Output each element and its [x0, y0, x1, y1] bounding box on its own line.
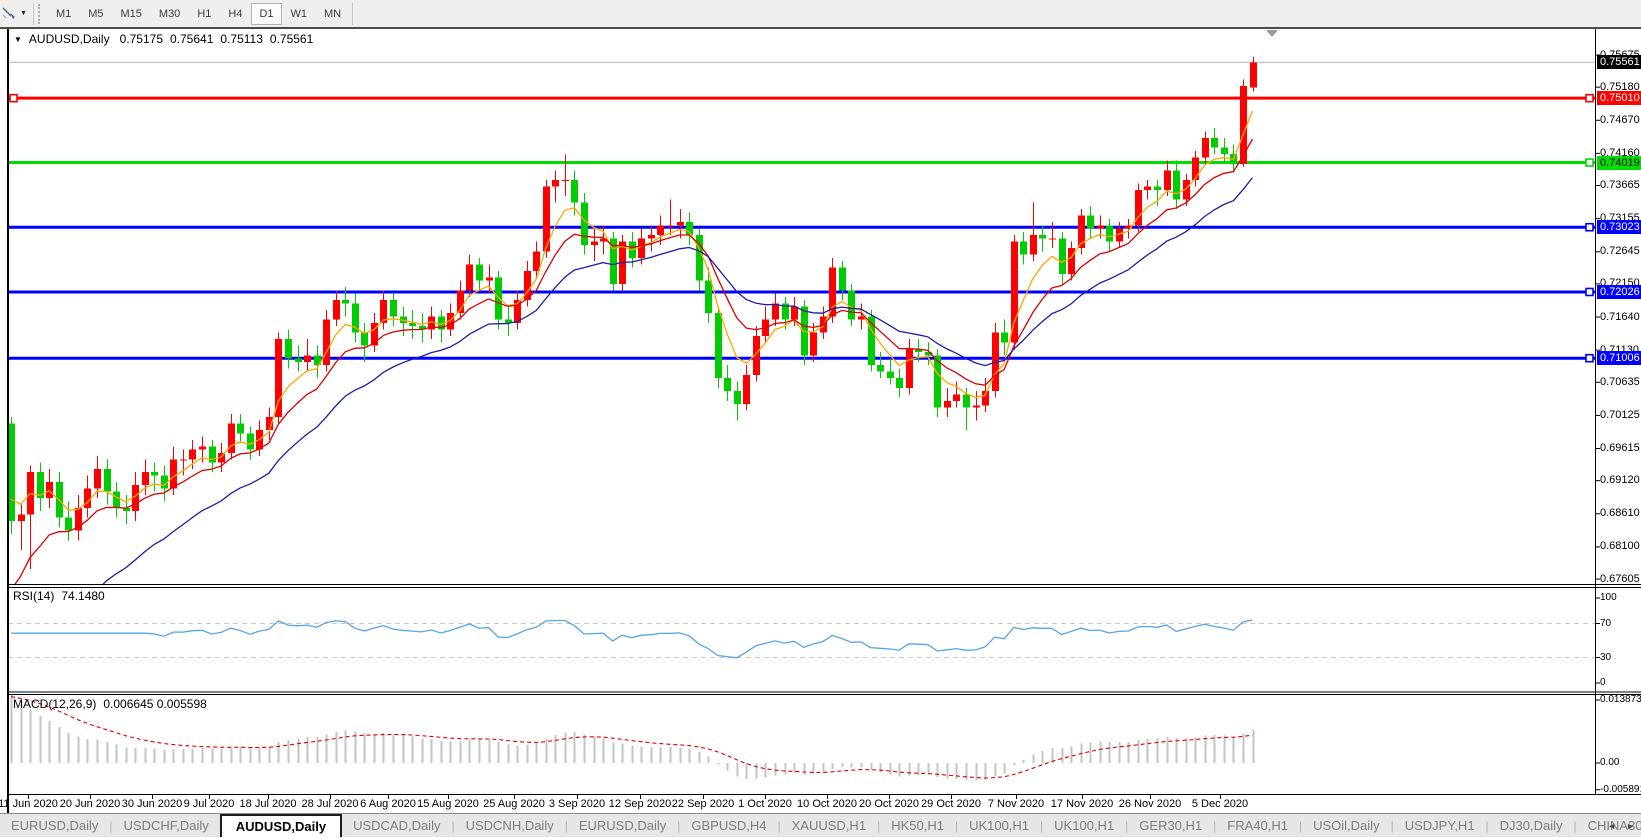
date-axis-label: 7 Nov 2020: [988, 798, 1044, 810]
rsi-axis-label: 0: [1600, 677, 1606, 688]
chart-title-dropdown-icon[interactable]: ▼: [14, 35, 22, 44]
price-axis-label: 0.72645: [1600, 245, 1640, 257]
tab-uk100-h1[interactable]: UK100,H1: [958, 814, 1040, 837]
hline-handle-right-0.71006: [1586, 355, 1593, 362]
chart-symbol-period: AUDUSD,Daily: [29, 32, 110, 46]
tab-eurusd-daily[interactable]: EURUSD,Daily: [568, 814, 677, 837]
tab-uk100-h1[interactable]: UK100,H1: [1043, 814, 1125, 837]
window-left-border: [7, 29, 9, 813]
macd-indicator-values: 0.006645 0.005598: [103, 697, 206, 711]
rsi-line: [11, 620, 1253, 658]
rsi-axis-label: 100: [1600, 592, 1617, 603]
date-axis-label: 12 Sep 2020: [609, 798, 671, 810]
candles-layer: [8, 57, 1257, 569]
hline-handle-right-0.72026: [1586, 288, 1593, 295]
date-axis-label: 28 Jul 2020: [302, 798, 359, 810]
date-axis-label: 26 Nov 2020: [1119, 798, 1181, 810]
tab-usdcad-daily[interactable]: USDCAD,Daily: [342, 814, 451, 837]
tab-ger30-h1[interactable]: GER30,H1: [1128, 814, 1213, 837]
macd-panel-label: MACD(12,26,9) 0.006645 0.005598: [13, 697, 214, 711]
rsi-panel-label: RSI(14) 74.1480: [13, 589, 112, 603]
price-axis-label: 0.73665: [1600, 179, 1640, 191]
price-axis-label: 0.74670: [1600, 114, 1640, 126]
hline-handle-left-0.75010: [10, 95, 17, 102]
date-axis-label: 20 Jun 2020: [60, 798, 121, 810]
hline-handle-right-0.73023: [1586, 224, 1593, 231]
badge-hline-0.74019: 0.74019: [1597, 156, 1641, 170]
chart-title: ▼ AUDUSD,Daily 0.75175 0.75641 0.75113 0…: [14, 32, 320, 46]
date-axis-label: 20 Oct 2020: [859, 798, 919, 810]
price-axis-label: 0.70635: [1600, 376, 1640, 388]
rsi-axis-label: 30: [1600, 652, 1611, 663]
tab-hk50-h1[interactable]: HK50,H1: [880, 814, 955, 837]
moving-averages-layer: [11, 111, 1253, 727]
ma-line-10: [11, 139, 1253, 590]
tab-usoil-daily[interactable]: USOil,Daily: [1302, 814, 1390, 837]
price-axis-label: 0.68610: [1600, 507, 1640, 519]
rsi-indicator-value: 74.1480: [61, 589, 104, 603]
macd-axis-label: 0.013873: [1600, 694, 1641, 705]
price-axis-label: 0.68100: [1600, 540, 1640, 552]
rsi-axis-label: 70: [1600, 618, 1611, 629]
tab-dj30-daily[interactable]: DJ30,Daily: [1489, 814, 1574, 837]
price-axis-label: 0.69615: [1600, 442, 1640, 454]
tab-scroll-right-icon[interactable]: ►: [1626, 821, 1635, 831]
hline-handle-right-0.75010: [1586, 95, 1593, 102]
date-axis-label: 22 Sep 2020: [672, 798, 734, 810]
chart-tabs: EURUSD,Daily|USDCHF,DailyAUDUSD,DailyUSD…: [0, 814, 1641, 837]
macd-axis-label: -0.005891: [1600, 784, 1641, 795]
tab-usdchf-daily[interactable]: USDCHF,Daily: [113, 814, 220, 837]
ohlc-close: 0.75561: [270, 32, 313, 46]
tab-fra40-h1[interactable]: FRA40,H1: [1216, 814, 1299, 837]
tab-scroll-left-icon[interactable]: ◄: [1607, 821, 1616, 831]
macd-indicator-name: MACD(12,26,9): [13, 697, 96, 711]
badge-current-price: 0.75561: [1597, 55, 1641, 69]
trading-terminal: ▼ M1M5M15M30H1H4D1W1MN ▼ AUDUSD,Daily 0.…: [0, 0, 1641, 837]
ohlc-high: 0.75641: [170, 32, 213, 46]
chart-tab-bar: EURUSD,Daily|USDCHF,DailyAUDUSD,DailyUSD…: [0, 813, 1641, 837]
badge-hline-0.71006: 0.71006: [1597, 351, 1641, 365]
price-axis-label: 0.69120: [1600, 474, 1640, 486]
price-axis-label: 0.71640: [1600, 311, 1640, 323]
hline-handle-right-0.74019: [1586, 159, 1593, 166]
date-axis-label: 1 Oct 2020: [738, 798, 792, 810]
price-axis-label: 0.70125: [1600, 409, 1640, 421]
badge-hline-0.73023: 0.73023: [1597, 220, 1641, 234]
macd-axis-label: 0.00: [1600, 757, 1619, 768]
date-axis-label: 30 Jun 2020: [122, 798, 183, 810]
chart-shift-marker-icon: [1266, 30, 1278, 37]
date-axis-label: 9 Jul 2020: [184, 798, 235, 810]
tab-usdjpy-h1[interactable]: USDJPY,H1: [1394, 814, 1486, 837]
tab-gbpusd-h4[interactable]: GBPUSD,H4: [680, 814, 777, 837]
tab-scroll-arrows: ◄ ►: [1597, 814, 1635, 838]
ohlc-open: 0.75175: [120, 32, 163, 46]
tab-usdcnh-daily[interactable]: USDCNH,Daily: [455, 814, 565, 837]
date-axis-label: 15 Aug 2020: [417, 798, 479, 810]
badge-hline-0.72026: 0.72026: [1597, 285, 1641, 299]
date-axis-label: 17 Nov 2020: [1051, 798, 1113, 810]
price-chart-canvas[interactable]: [0, 0, 1641, 837]
date-axis-label: 18 Jul 2020: [240, 798, 297, 810]
rsi-indicator-name: RSI(14): [13, 589, 54, 603]
tab-xauusd-h1[interactable]: XAUUSD,H1: [781, 814, 877, 837]
date-axis-label: 3 Sep 2020: [549, 798, 605, 810]
tab-audusd-daily[interactable]: AUDUSD,Daily: [220, 814, 342, 837]
tab-eurusd-daily[interactable]: EURUSD,Daily: [0, 814, 109, 837]
date-axis-label: 5 Dec 2020: [1192, 798, 1248, 810]
date-axis-label: 29 Oct 2020: [921, 798, 981, 810]
date-axis-label: 25 Aug 2020: [483, 798, 545, 810]
date-axis-label: 6 Aug 2020: [360, 798, 416, 810]
date-axis-label: 10 Oct 2020: [797, 798, 857, 810]
price-axis-label: 0.67605: [1600, 573, 1640, 585]
date-axis-label: 11 Jun 2020: [0, 798, 58, 810]
ohlc-low: 0.75113: [220, 32, 263, 46]
badge-hline-0.75010: 0.75010: [1597, 91, 1641, 105]
ma-line-5: [11, 111, 1253, 510]
